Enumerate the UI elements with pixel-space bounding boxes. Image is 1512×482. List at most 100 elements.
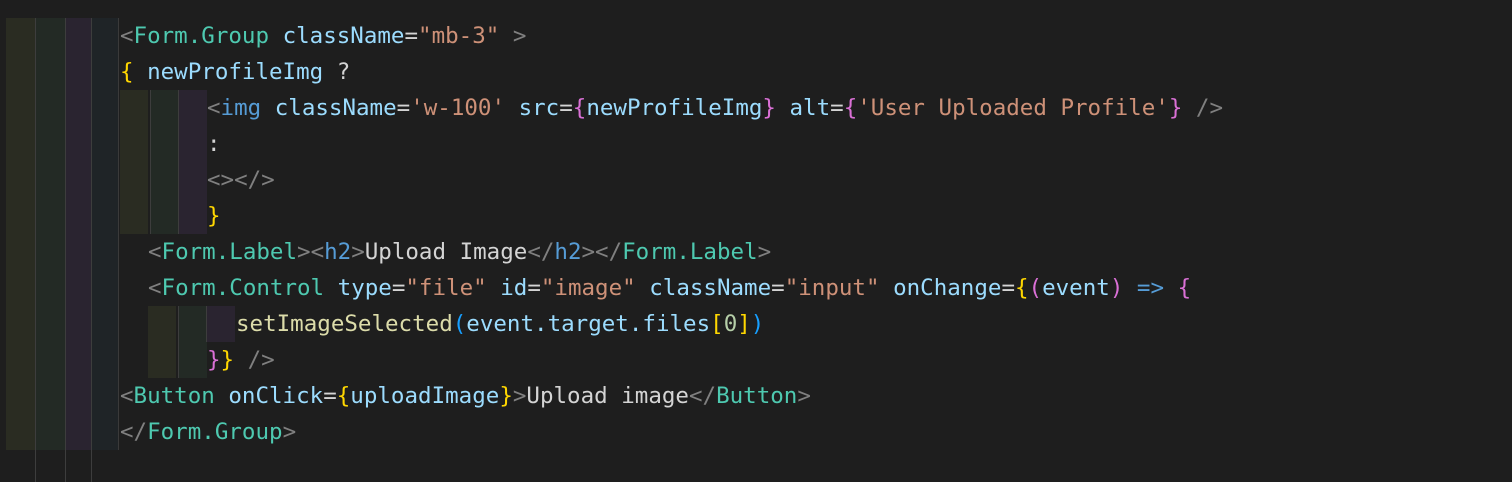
code-token: < bbox=[120, 23, 134, 49]
code-token: newProfileImg bbox=[586, 95, 763, 121]
code-line[interactable]: setImageSelected(event.target.files[0]) bbox=[236, 306, 764, 342]
code-token: { bbox=[843, 95, 858, 121]
code-token: > bbox=[282, 419, 297, 445]
code-token: = bbox=[396, 95, 411, 121]
code-token: = bbox=[830, 95, 844, 121]
code-line[interactable]: <Form.Group className="mb-3" > bbox=[120, 18, 526, 54]
code-token: : bbox=[207, 131, 221, 157]
code-token: > bbox=[297, 239, 311, 265]
code-token: onClick bbox=[228, 383, 324, 409]
code-line[interactable]: }} /> bbox=[207, 342, 275, 378]
code-token: = bbox=[559, 95, 573, 121]
code-token: event bbox=[1042, 275, 1110, 301]
code-token: > bbox=[797, 383, 811, 409]
code-token: Upload Image bbox=[364, 239, 528, 265]
code-token: => bbox=[1123, 275, 1178, 301]
code-token: Button bbox=[716, 383, 798, 409]
code-token: Form.Group bbox=[147, 419, 283, 445]
code-token: Button bbox=[133, 383, 215, 409]
code-line[interactable]: } bbox=[207, 198, 221, 234]
indent-guide-1 bbox=[6, 18, 36, 450]
code-token: setImageSelected bbox=[236, 311, 453, 337]
nested-guide-5 bbox=[178, 306, 207, 378]
code-token: { bbox=[1015, 275, 1029, 301]
code-token: "file" bbox=[405, 275, 487, 301]
code-token: < bbox=[207, 95, 221, 121]
code-token: className bbox=[282, 23, 405, 49]
code-line[interactable]: : bbox=[207, 126, 221, 162]
code-token: } bbox=[220, 347, 235, 373]
nested-guide-4 bbox=[148, 306, 176, 378]
code-token: alt bbox=[789, 95, 831, 121]
code-token: type bbox=[337, 275, 392, 301]
code-token: Form.Group bbox=[133, 23, 270, 49]
code-token: } bbox=[1168, 95, 1183, 121]
code-token: /> bbox=[234, 347, 275, 373]
code-editor[interactable]: <Form.Group className="mb-3" >{ newProfi… bbox=[0, 0, 1512, 482]
code-token: "image" bbox=[540, 275, 636, 301]
nested-guide-1 bbox=[120, 90, 148, 234]
code-token: "input" bbox=[784, 275, 880, 301]
code-token: /> bbox=[1182, 95, 1223, 121]
code-token: < bbox=[148, 239, 162, 265]
code-token: } bbox=[499, 383, 513, 409]
code-token: = bbox=[527, 275, 541, 301]
code-token: </ bbox=[527, 239, 555, 265]
code-token: = bbox=[1001, 275, 1015, 301]
code-token: ? bbox=[323, 59, 351, 85]
code-token: { bbox=[572, 95, 587, 121]
code-token: > bbox=[581, 239, 596, 265]
indent-line-2 bbox=[65, 18, 66, 482]
indent-guide-2 bbox=[36, 18, 66, 450]
code-token: > bbox=[757, 239, 772, 265]
code-token: > bbox=[512, 383, 527, 409]
code-token: Form.Control bbox=[161, 275, 325, 301]
code-token: onChange bbox=[893, 275, 1002, 301]
code-token: { bbox=[336, 383, 351, 409]
indent-region bbox=[92, 18, 119, 450]
code-token: > bbox=[351, 239, 365, 265]
indent-guide-3 bbox=[66, 18, 92, 450]
code-line[interactable]: <Form.Label><h2>Upload Image</h2></Form.… bbox=[148, 234, 771, 270]
code-token: </ bbox=[595, 239, 623, 265]
code-token: > bbox=[499, 23, 527, 49]
code-token: { bbox=[120, 59, 134, 85]
code-line[interactable]: </Form.Group> bbox=[120, 414, 296, 450]
code-token: event.target.files bbox=[466, 311, 711, 337]
nested-guide-6 bbox=[206, 306, 235, 342]
code-token: = bbox=[771, 275, 785, 301]
nested-guide-3 bbox=[178, 90, 207, 234]
code-line[interactable]: { newProfileImg ? bbox=[120, 54, 350, 90]
code-token: < bbox=[120, 383, 134, 409]
code-token: src bbox=[518, 95, 560, 121]
code-token: 'User Uploaded Profile' bbox=[857, 95, 1169, 121]
code-token: < bbox=[148, 275, 162, 301]
code-token: Form.Label bbox=[161, 239, 298, 265]
code-token: Form.Label bbox=[622, 239, 758, 265]
code-token: = bbox=[391, 275, 406, 301]
code-line[interactable]: <Form.Control type="file" id="image" cla… bbox=[148, 270, 1191, 306]
code-token: h2 bbox=[554, 239, 582, 265]
code-line[interactable]: <></> bbox=[207, 162, 275, 198]
code-token: </ bbox=[688, 383, 717, 409]
code-token: className bbox=[649, 275, 772, 301]
code-token: ) bbox=[750, 311, 765, 337]
code-token: ( bbox=[452, 311, 467, 337]
nested-guide-2 bbox=[150, 90, 179, 234]
code-token: 'w-100' bbox=[410, 95, 506, 121]
indent-line-1 bbox=[35, 18, 36, 482]
code-token: </ bbox=[120, 419, 148, 445]
code-token: "mb-3" bbox=[418, 23, 500, 49]
code-token: { bbox=[1177, 275, 1192, 301]
indent-gutter bbox=[0, 0, 92, 482]
code-token: className bbox=[274, 95, 397, 121]
code-line[interactable]: <img className='w-100' src={newProfileIm… bbox=[207, 90, 1223, 126]
code-token: newProfileImg bbox=[133, 59, 324, 85]
code-line[interactable]: <Button onClick={uploadImage}>Upload ima… bbox=[120, 378, 811, 414]
code-token: = bbox=[404, 23, 419, 49]
code-token: <></> bbox=[207, 167, 275, 193]
